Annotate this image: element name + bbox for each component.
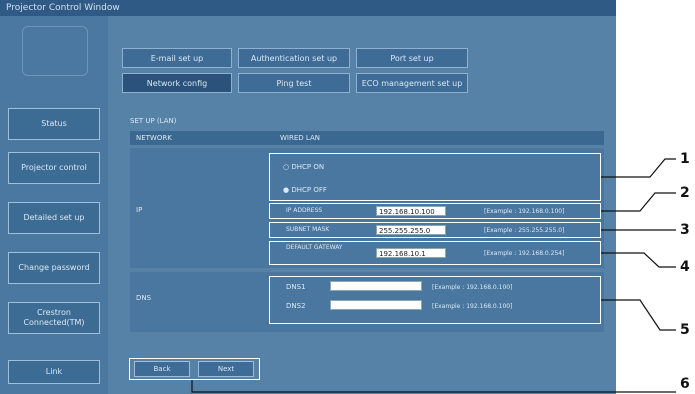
callout-2: 2 (680, 185, 690, 201)
callout-5: 5 (680, 322, 690, 338)
callout-6: 6 (680, 376, 690, 392)
callout-3: 3 (680, 222, 690, 238)
callout-4: 4 (680, 259, 690, 275)
callout-lines (191, 158, 676, 393)
callout-1: 1 (680, 151, 690, 167)
